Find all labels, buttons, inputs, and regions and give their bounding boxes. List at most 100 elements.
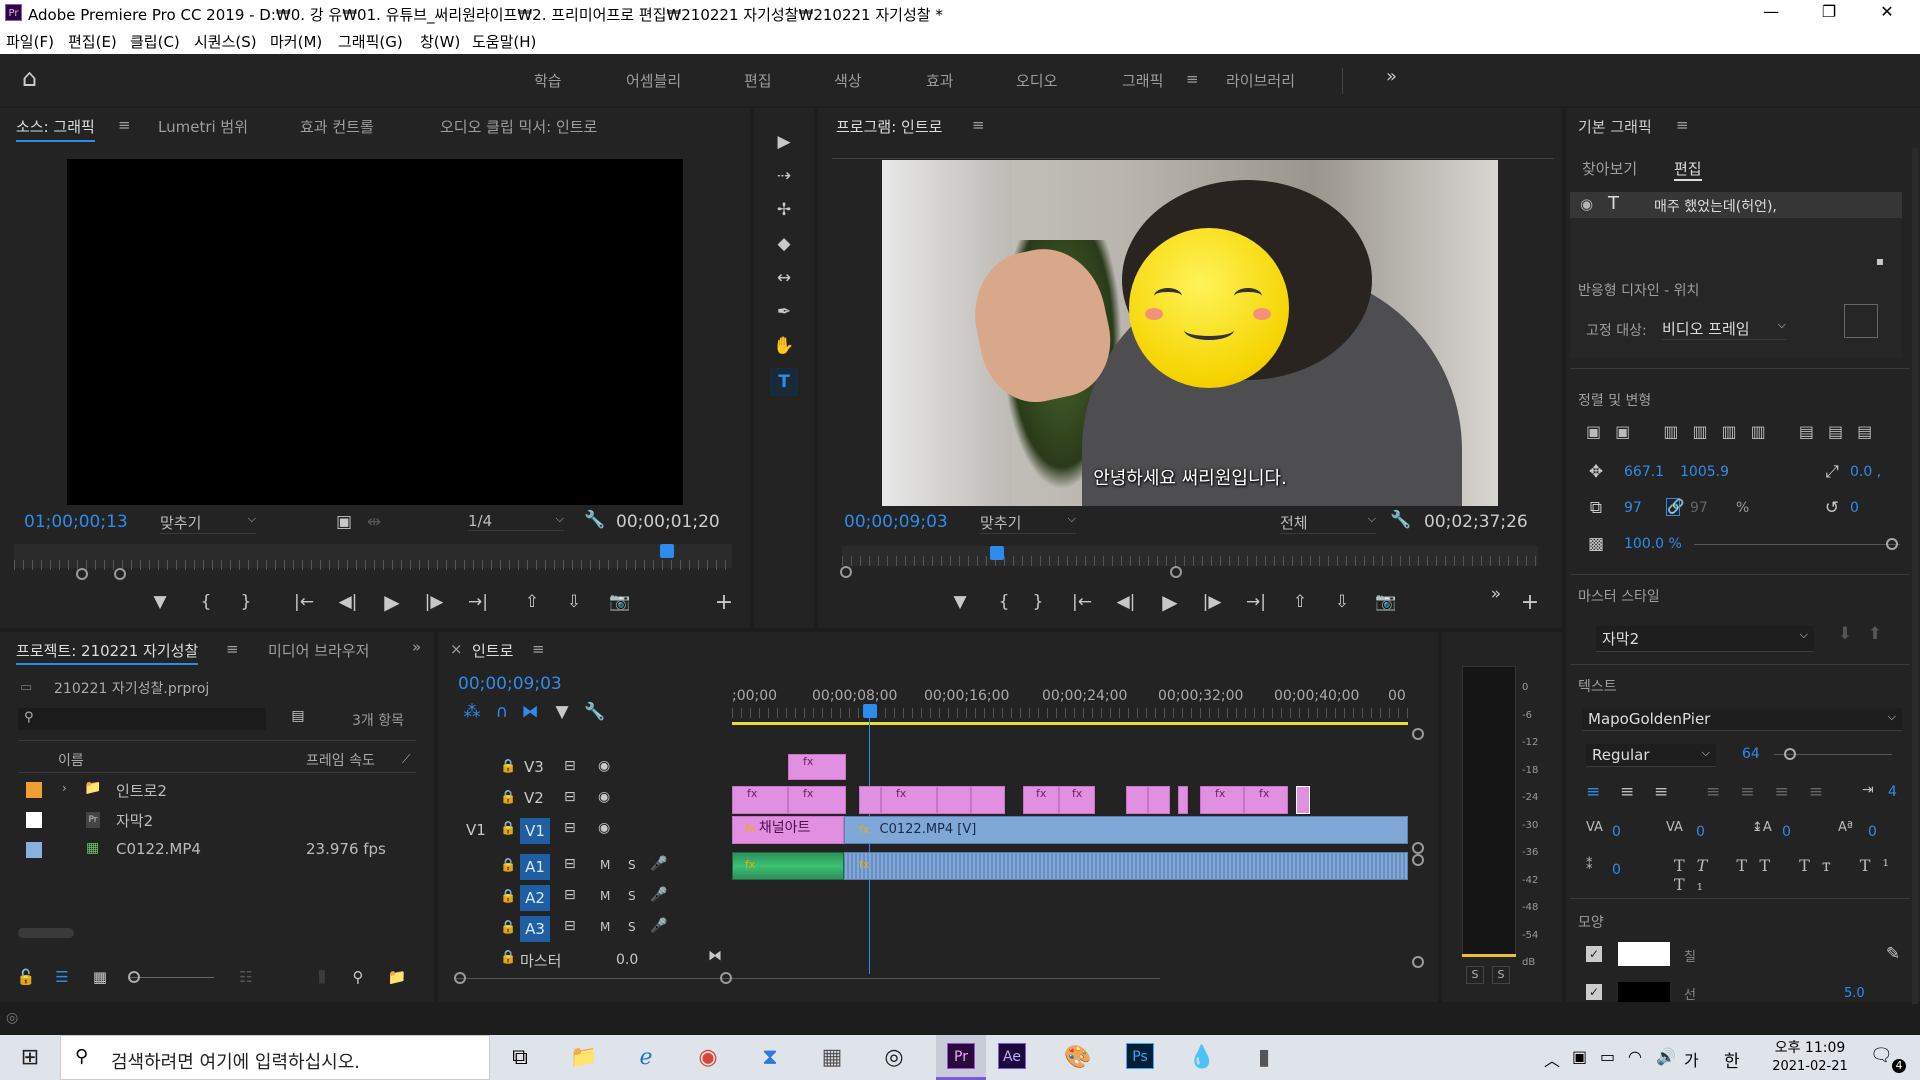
new-bin-from-search-icon[interactable]: ▤ bbox=[288, 708, 308, 724]
lock-icon[interactable]: 🔒 bbox=[500, 759, 516, 774]
track-height-handle[interactable] bbox=[1412, 842, 1424, 854]
stroke-width-value[interactable]: 5.0 bbox=[1844, 986, 1865, 1001]
graphic-clip[interactable]: fx bbox=[1059, 786, 1095, 814]
column-name[interactable]: 이름 bbox=[58, 750, 84, 770]
align-left-icon[interactable]: ≡ bbox=[1586, 782, 1600, 802]
step-back-button[interactable]: ◀| bbox=[334, 592, 362, 612]
source-playhead[interactable] bbox=[660, 544, 674, 558]
microphone-icon[interactable]: 🎤 bbox=[650, 918, 667, 934]
aperture-app-icon[interactable]: ◎ bbox=[874, 1041, 914, 1075]
calculator-icon[interactable]: ▦ bbox=[812, 1041, 852, 1075]
font-size-slider-handle[interactable] bbox=[1784, 748, 1796, 760]
color-drop-app-icon[interactable]: 💧 bbox=[1182, 1041, 1222, 1075]
workspace-libraries[interactable]: 라이브러리 bbox=[1226, 70, 1295, 91]
workspace-effects[interactable]: 효과 bbox=[926, 70, 954, 91]
graphic-clip[interactable] bbox=[1178, 786, 1188, 814]
language-indicator[interactable]: 가 bbox=[1684, 1047, 1699, 1071]
zoom-slider-handle[interactable] bbox=[128, 971, 140, 983]
sync-lock-icon[interactable]: ⊟ bbox=[564, 856, 576, 872]
lock-scale-icon[interactable]: 🔗 bbox=[1666, 498, 1684, 516]
lock-icon[interactable]: 🔒 bbox=[500, 821, 516, 836]
solo-button[interactable]: S bbox=[628, 858, 636, 872]
mark-in-button[interactable]: { bbox=[994, 592, 1014, 612]
scroll-handle-left[interactable] bbox=[454, 972, 466, 984]
source-resolution-dropdown[interactable]: 1/4 ⌵ bbox=[468, 512, 564, 531]
new-layer-icon[interactable]: ▪ bbox=[1872, 254, 1888, 268]
list-item[interactable]: ▦ C0122.MP4 23.976 fps bbox=[18, 836, 416, 864]
graphic-clip[interactable] bbox=[937, 786, 971, 814]
master-volume-value[interactable]: 0.0 bbox=[616, 952, 638, 968]
settings-square-icon[interactable]: ▣ bbox=[334, 512, 354, 532]
workspace-assembly[interactable]: 어셈블리 bbox=[626, 70, 681, 91]
paint-icon[interactable]: 🎨 bbox=[1058, 1041, 1098, 1075]
more-tabs-icon[interactable]: » bbox=[412, 638, 421, 656]
sequence-tab[interactable]: 인트로 bbox=[472, 640, 513, 661]
go-to-in-button[interactable]: |← bbox=[290, 592, 318, 612]
workspace-graphics[interactable]: 그래픽 bbox=[1122, 70, 1163, 91]
play-button[interactable]: ▶ bbox=[378, 590, 406, 614]
timeline-settings-wrench-icon[interactable]: 🔧 bbox=[584, 702, 605, 722]
align-buttons[interactable]: ▣▣ ▥▥▥▥ ▤▤▤ bbox=[1586, 422, 1886, 441]
track-label-a1[interactable]: A1 bbox=[520, 854, 550, 880]
usb-drive-icon[interactable]: ▮ bbox=[1244, 1041, 1284, 1075]
solo-right-button[interactable]: S bbox=[1492, 966, 1510, 984]
clock-date[interactable]: 2021-02-21 bbox=[1764, 1059, 1856, 1074]
workspace-audio[interactable]: 오디오 bbox=[1016, 70, 1057, 91]
program-menu-icon[interactable]: ≡ bbox=[972, 116, 985, 134]
sync-lock-icon[interactable]: ⊟ bbox=[564, 789, 576, 805]
wifi-icon[interactable]: ◠ bbox=[1628, 1047, 1642, 1066]
solo-left-button[interactable]: S bbox=[1466, 966, 1484, 984]
workspace-learn[interactable]: 학습 bbox=[534, 70, 562, 91]
list-item[interactable]: Pr 자막2 bbox=[18, 806, 416, 834]
channel-art-clip[interactable]: fx 채널아트 bbox=[732, 816, 844, 844]
source-fit-dropdown[interactable]: 맞추기 ⌵ bbox=[160, 512, 256, 534]
graphic-clip[interactable]: fx bbox=[788, 786, 846, 814]
fill-color-swatch[interactable] bbox=[1618, 942, 1670, 966]
lock-icon[interactable]: 🔓 bbox=[16, 968, 36, 986]
master-style-dropdown[interactable]: 자막2 ⌵ bbox=[1596, 626, 1814, 652]
audio-clip[interactable]: fx bbox=[844, 852, 1408, 880]
taskbar-search-input[interactable]: ⚲ 검색하려면 여기에 입력하십시오. bbox=[60, 1035, 490, 1080]
program-title[interactable]: 프로그램: 인트로 bbox=[836, 116, 942, 137]
graphic-clip[interactable] bbox=[971, 786, 1005, 814]
tab-width-icon[interactable]: ⇥ bbox=[1862, 782, 1874, 798]
maximize-button[interactable]: ❐ bbox=[1806, 2, 1852, 26]
add-marker-icon[interactable]: ▼ bbox=[552, 702, 572, 722]
file-explorer-icon[interactable]: 📁 bbox=[564, 1041, 604, 1075]
extract-button[interactable]: ⇩ bbox=[1328, 592, 1356, 612]
source-patch-v1[interactable]: V1 bbox=[466, 821, 486, 839]
fill-checkbox[interactable]: ✓ bbox=[1586, 946, 1602, 962]
lift-button[interactable]: ⇧ bbox=[1286, 592, 1314, 612]
solo-button[interactable]: S bbox=[628, 920, 636, 934]
tab-edit[interactable]: 편집 bbox=[1674, 158, 1702, 181]
wrench-icon[interactable]: 🔧 bbox=[1390, 510, 1411, 530]
close-button[interactable]: ✕ bbox=[1864, 2, 1910, 26]
minimize-button[interactable]: — bbox=[1748, 2, 1794, 26]
export-frame-button[interactable]: 📷 bbox=[1372, 592, 1400, 612]
menu-sequence[interactable]: 시퀀스(S) bbox=[194, 31, 257, 52]
step-forward-button[interactable]: |▶ bbox=[420, 592, 448, 612]
sync-lock-icon[interactable]: ⊟ bbox=[564, 758, 576, 774]
list-view-icon[interactable]: ☰ bbox=[52, 968, 72, 986]
graphic-clip[interactable] bbox=[1296, 786, 1310, 814]
go-to-end-icon[interactable]: ⧓ bbox=[708, 948, 722, 964]
work-area-bar[interactable] bbox=[732, 722, 1408, 725]
timeline-menu-icon[interactable]: ≡ bbox=[532, 640, 545, 658]
camera-tray-icon[interactable]: ▣ bbox=[1572, 1047, 1587, 1066]
lock-icon[interactable]: 🔒 bbox=[500, 858, 516, 873]
workspace-color[interactable]: 색상 bbox=[834, 70, 862, 91]
microphone-icon[interactable]: 🎤 bbox=[650, 856, 667, 872]
export-frame-button[interactable]: 📷 bbox=[606, 592, 634, 612]
ime-indicator[interactable]: 한 bbox=[1724, 1047, 1740, 1072]
zoom-slider[interactable] bbox=[130, 977, 214, 978]
photoshop-icon[interactable]: Ps bbox=[1126, 1043, 1154, 1069]
after-effects-icon[interactable]: Ae bbox=[998, 1043, 1026, 1069]
kerning-value[interactable]: 0 bbox=[1612, 824, 1621, 840]
source-tab-menu-icon[interactable]: ≡ bbox=[118, 116, 131, 134]
premiere-taskbar-button[interactable]: Pr bbox=[936, 1035, 986, 1080]
tab-audio-clip-mixer[interactable]: 오디오 클립 믹서: 인트로 bbox=[440, 116, 597, 137]
lock-icon[interactable]: 🔒 bbox=[500, 920, 516, 935]
sync-lock-icon[interactable]: ⊟ bbox=[564, 918, 576, 934]
step-forward-button[interactable]: |▶ bbox=[1198, 592, 1226, 612]
eye-icon[interactable]: ◉ bbox=[1580, 195, 1593, 213]
